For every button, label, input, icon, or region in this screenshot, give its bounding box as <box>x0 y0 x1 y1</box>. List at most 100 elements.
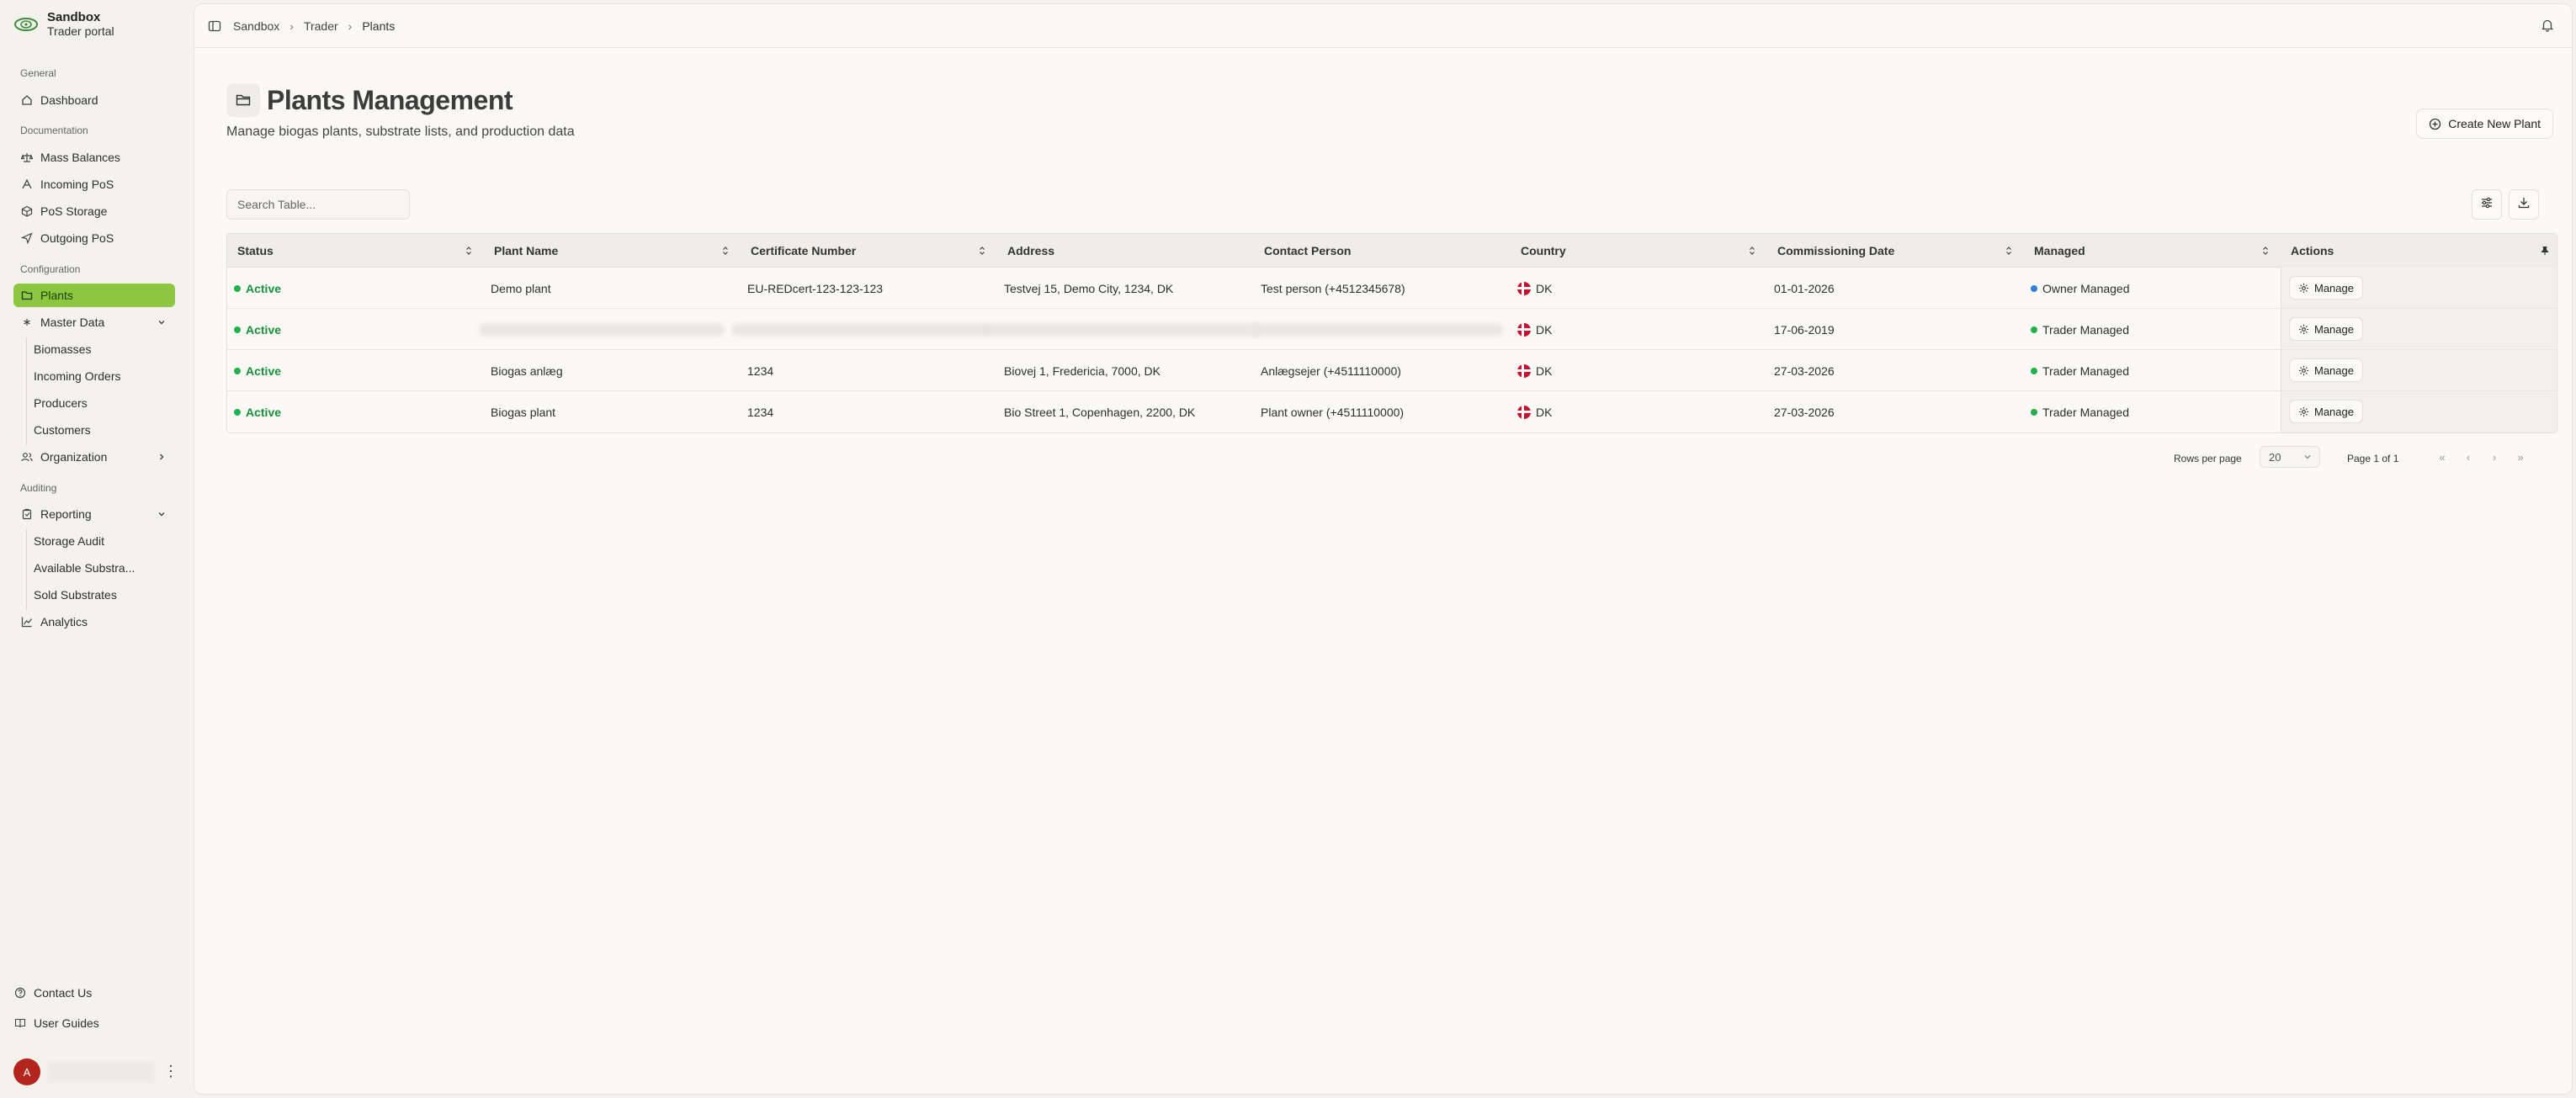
section-configuration: Configuration <box>20 263 81 275</box>
column-header-actions: Actions <box>2281 234 2557 268</box>
sidebar-subitem-producers[interactable]: Producers <box>34 391 88 415</box>
sidebar-item-label: Reporting <box>40 507 92 521</box>
sort-icon[interactable] <box>464 246 474 256</box>
sidebar-subitem-customers[interactable]: Customers <box>34 418 91 442</box>
sort-icon[interactable] <box>977 246 987 256</box>
user-name-redacted <box>47 1062 155 1082</box>
date-cell: 27-03-2026 <box>1774 405 1835 419</box>
redacted-plant-name <box>480 324 724 336</box>
sidebar-item-outgoing-pos[interactable]: Outgoing PoS <box>13 226 175 250</box>
create-new-plant-button[interactable]: Create New Plant <box>2416 109 2553 139</box>
manage-button[interactable]: Manage <box>2289 276 2363 300</box>
denmark-flag-icon <box>1517 405 1531 419</box>
last-page-button[interactable]: » <box>2511 448 2530 466</box>
page-indicator: Page 1 of 1 <box>2347 453 2399 464</box>
sidebar-item-analytics[interactable]: Analytics <box>13 610 175 634</box>
sliders-icon <box>2480 196 2494 214</box>
search-input[interactable] <box>226 189 410 220</box>
managed-dot <box>2031 367 2037 374</box>
sidebar-item-reporting[interactable]: Reporting <box>13 502 175 526</box>
certificate-cell: EU-REDcert-123-123-123 <box>747 281 884 295</box>
chevron-down-icon <box>157 508 167 522</box>
sidebar-item-dashboard[interactable]: Dashboard <box>13 88 175 112</box>
sidebar-item-label: Plants <box>40 289 73 302</box>
plus-circle-icon <box>2429 118 2441 130</box>
folder-icon <box>226 83 260 117</box>
sidebar-item-plants[interactable]: Plants <box>13 284 175 307</box>
sidebar-item-label: Outgoing PoS <box>40 231 114 245</box>
sidebar-item-incoming-pos[interactable]: Incoming PoS <box>13 172 175 196</box>
sort-icon[interactable] <box>1747 246 1757 256</box>
breadcrumb: Sandbox › Trader › Plants <box>233 19 395 33</box>
column-header-status[interactable]: Status <box>227 234 484 268</box>
column-header-address: Address <box>1007 244 1055 257</box>
sidebar-item-organization[interactable]: Organization <box>13 445 175 469</box>
column-settings-button[interactable] <box>2472 189 2502 220</box>
pin-icon[interactable] <box>2540 246 2550 256</box>
plant-name-cell: Biogas plant <box>491 405 556 419</box>
redacted-certificate <box>732 324 993 336</box>
breadcrumb-current: Plants <box>362 19 396 33</box>
section-auditing: Auditing <box>20 482 57 494</box>
column-header-certificate-number[interactable]: Certificate Number <box>741 234 997 268</box>
status-cell: Active <box>234 391 281 432</box>
sort-icon[interactable] <box>720 246 730 256</box>
sidebar-subitem-sold-substrates[interactable]: Sold Substrates <box>34 583 117 607</box>
sidebar-subitem-storage-audit[interactable]: Storage Audit <box>34 529 104 553</box>
breadcrumb-item[interactable]: Sandbox <box>233 19 279 33</box>
brand[interactable]: Sandbox Trader portal <box>12 10 114 39</box>
box-icon <box>20 204 34 218</box>
sidebar-item-pos-storage[interactable]: PoS Storage <box>13 199 175 223</box>
chevron-right-icon: › <box>348 19 353 33</box>
address-cell: Biovej 1, Fredericia, 7000, DK <box>1004 363 1161 378</box>
more-vertical-icon[interactable]: ⋮ <box>163 1062 178 1082</box>
denmark-flag-icon <box>1517 281 1531 295</box>
column-header-country[interactable]: Country <box>1511 234 1767 268</box>
bell-icon[interactable] <box>2540 18 2555 33</box>
help-circle-icon <box>13 986 27 1000</box>
clipboard-icon <box>20 507 34 521</box>
address-cell: Testvej 15, Demo City, 1234, DK <box>1004 281 1174 295</box>
topbar: Sandbox › Trader › Plants <box>194 4 2572 48</box>
column-header-managed[interactable]: Managed <box>2024 234 2281 268</box>
next-page-button[interactable]: › <box>2485 448 2504 466</box>
prev-page-button[interactable]: ‹ <box>2459 448 2478 466</box>
managed-cell: Owner Managed <box>2031 268 2130 309</box>
sidebar-subitem-biomasses[interactable]: Biomasses <box>34 337 91 361</box>
column-header-plant-name[interactable]: Plant Name <box>484 234 741 268</box>
manage-button[interactable]: Manage <box>2289 358 2363 382</box>
download-icon <box>2517 196 2531 214</box>
sidebar-item-label: Analytics <box>40 615 88 629</box>
address-cell: Bio Street 1, Copenhagen, 2200, DK <box>1004 405 1196 419</box>
breadcrumb-item[interactable]: Trader <box>304 19 338 33</box>
manage-button[interactable]: Manage <box>2289 400 2363 423</box>
managed-dot <box>2031 408 2037 416</box>
sidebar-subitem-available-substrates[interactable]: Available Substra... <box>34 556 135 580</box>
denmark-flag-icon <box>1517 322 1531 337</box>
rows-per-page-select[interactable]: 20 <box>2260 446 2320 468</box>
brand-subtitle: Trader portal <box>47 24 114 38</box>
column-header-commissioning-date[interactable]: Commissioning Date <box>1767 234 2024 268</box>
sidebar-item-label: Dashboard <box>40 93 98 107</box>
incoming-icon <box>20 178 34 191</box>
sidebar-item-master-data[interactable]: Master Data <box>13 310 175 334</box>
sort-icon[interactable] <box>2004 246 2014 256</box>
managed-dot <box>2031 284 2037 292</box>
avatar[interactable]: A <box>13 1058 40 1085</box>
gear-icon <box>2298 283 2309 294</box>
first-page-button[interactable]: « <box>2433 448 2451 466</box>
user-guides-link[interactable]: User Guides <box>13 1011 99 1035</box>
manage-button[interactable]: Manage <box>2289 317 2363 341</box>
submenu-line <box>26 337 27 445</box>
sort-icon[interactable] <box>2260 246 2271 256</box>
chevron-down-icon <box>157 316 167 330</box>
sidebar-item-mass-balances[interactable]: Mass Balances <box>13 146 175 169</box>
plants-table: Status Plant Name Certificate Number Add… <box>226 233 2557 433</box>
rows-per-page-value: 20 <box>2269 450 2281 464</box>
status-dot <box>234 367 241 374</box>
sidebar-toggle-icon[interactable] <box>208 19 221 33</box>
export-button[interactable] <box>2509 189 2539 220</box>
sidebar-subitem-incoming-orders[interactable]: Incoming Orders <box>34 364 120 388</box>
certificate-cell: 1234 <box>747 363 774 378</box>
contact-us-link[interactable]: Contact Us <box>13 981 92 1005</box>
